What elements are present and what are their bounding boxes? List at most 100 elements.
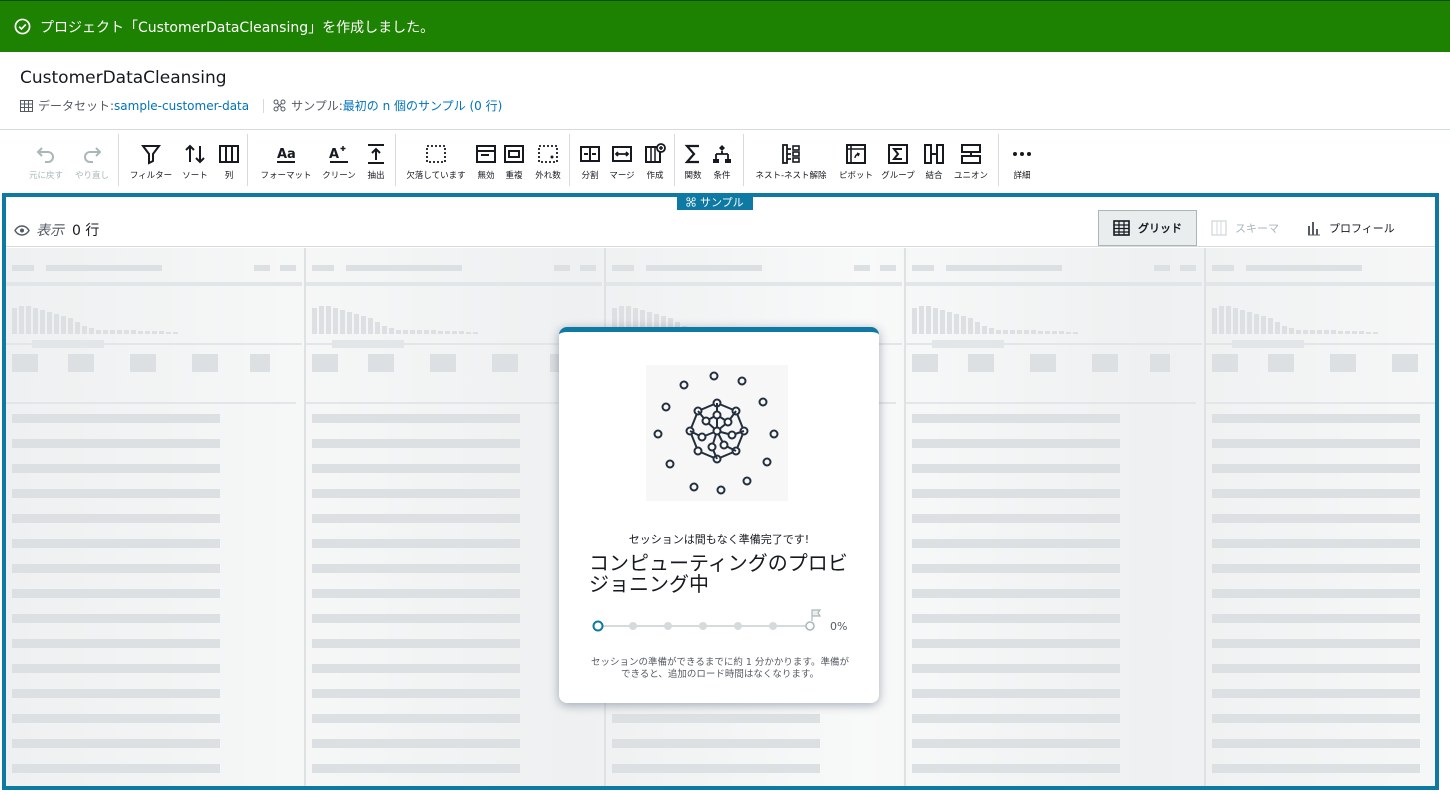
skeleton-divider [6,402,296,404]
project-header: CustomerDataCleansing データセット: sample-cus… [0,52,1450,130]
union-button[interactable]: ユニオン [950,142,992,181]
skeleton-histogram-bar [1324,330,1329,334]
tab-profile[interactable]: プロフィール [1293,210,1409,246]
join-button[interactable]: 結合 [922,142,946,181]
history-group: 元に戻す やり直し [20,134,118,186]
skeleton-histogram-bar [1317,330,1322,334]
skeleton-histogram-bar [319,306,324,334]
skeleton-histogram-bar [368,318,373,334]
skeleton-histogram-bar [89,328,94,334]
join-icon [924,144,944,164]
skeleton-boxplot [332,340,404,348]
skeleton-histogram-bar [1073,332,1078,334]
skeleton-row [312,514,520,523]
sample-label: サンプル: [291,99,343,113]
pivot-button[interactable]: ピボット [838,142,874,181]
skeleton-row [612,789,820,790]
filter-button[interactable]: フィルター [129,142,173,181]
sample-tab: サンプル [677,193,753,210]
skeleton-histogram-bar [396,330,401,334]
skeleton-header [554,265,570,271]
skeleton-column [6,248,306,790]
skeleton-histogram-bar [947,312,952,334]
skeleton-row [1212,514,1420,523]
dataset-link[interactable]: sample-customer-data [114,99,249,113]
skeleton-histogram-bar [1240,310,1245,334]
skeleton-header [1212,265,1234,271]
skeleton-row [12,639,220,648]
skeleton-row [312,689,520,698]
skeleton-value-chip [1212,354,1238,372]
skeleton-histogram-bar [1024,330,1029,334]
session-note: セッションの準備ができるまでに約 1 分かかります。準備ができると、追加のロード… [591,657,849,680]
merge-button[interactable]: マージ [606,142,638,181]
skeleton-histogram-bar [173,332,178,334]
more-button[interactable]: 詳細 [1005,142,1039,181]
skeleton-value-chip [1392,354,1418,372]
skeleton-row [1212,739,1420,748]
extract-button[interactable]: 抽出 [362,142,390,181]
nest-unnest-button[interactable]: ネスト-ネスト解除 [750,142,832,181]
clean-button[interactable]: A クリーン [318,142,360,181]
condition-button[interactable]: 条件 [709,142,735,181]
skeleton-header [312,265,334,271]
skeleton-histogram-bar [403,330,408,334]
skeleton-row [1212,414,1420,423]
skeleton-row [912,739,1120,748]
invalid-button[interactable]: 無効 [474,142,498,181]
format-button[interactable]: Aa フォーマット [256,142,316,181]
create-button[interactable]: 作成 [640,142,670,181]
skeleton-header [580,265,596,271]
column-button[interactable]: 列 [215,142,243,181]
skeleton-row [312,439,520,448]
skeleton-histogram-bar [1338,331,1343,334]
skeleton-row [12,414,220,423]
missing-button[interactable]: 欠落しています [402,142,470,181]
tab-schema[interactable]: スキーマ [1197,210,1293,246]
skeleton-row [1212,664,1420,673]
skeleton-header [346,265,462,271]
sort-filter-group: フィルター ソート 列 [118,134,246,186]
skeleton-histogram-bar [389,328,394,334]
session-heading: コンピューティングのプロビジョニング中 [589,551,848,596]
skeleton-row [312,739,520,748]
outlier-button[interactable]: 外れ数 [532,142,564,181]
group-button[interactable]: グループ [880,142,916,181]
redo-icon [84,147,102,163]
view-tabs: グリッド スキーマ プロフィール [1098,210,1409,246]
undo-button[interactable]: 元に戻す [24,142,68,181]
redo-button[interactable]: やり直し [70,142,114,181]
skeleton-histogram-bar [1331,330,1336,334]
skeleton-histogram-bar [152,331,157,334]
skeleton-row [1212,564,1420,573]
skeleton-histogram-bar [1345,331,1350,334]
skeleton-value-chip [250,354,270,372]
row-count: 0 行 [72,223,100,239]
skeleton-row [612,714,820,723]
skeleton-histogram-bar [912,308,917,334]
skeleton-histogram-bar [382,326,387,334]
skeleton-histogram-bar [131,330,136,334]
skeleton-histogram-bar [919,306,924,334]
skeleton-value-chip [430,354,456,372]
skeleton-header [254,265,270,271]
split-button[interactable]: 分割 [576,142,604,181]
skeleton-row [1212,614,1420,623]
skeleton-row [12,789,220,790]
sample-link[interactable]: 最初の n 個のサンプル (0 行) [343,97,503,114]
skeleton-value-chip [130,354,156,372]
skeleton-row [312,764,520,773]
skeleton-histogram-bar [138,331,143,334]
skeleton-row [12,514,220,523]
skeleton-divider [306,282,602,286]
function-button[interactable]: 関数 [681,142,705,181]
skeleton-histogram-bar [61,316,66,334]
skeleton-histogram-bar [933,308,938,334]
skeleton-histogram-bar [333,308,338,334]
tab-grid[interactable]: グリッド [1098,210,1197,246]
compute-network-illustration [646,365,788,501]
sort-button[interactable]: ソート [177,142,213,181]
duplicate-button[interactable]: 重複 [502,142,526,181]
skeleton-header [12,265,34,271]
create-column-icon [645,143,666,163]
